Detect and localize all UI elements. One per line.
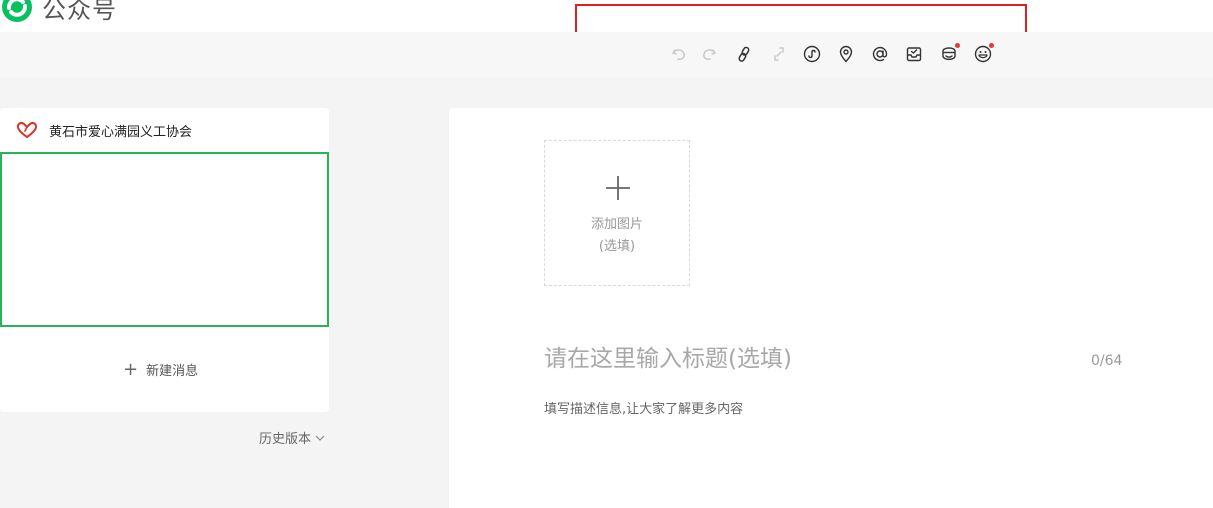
article-list-card: 黄石市爱心满园义工协会 + 新建消息 (0, 108, 329, 412)
plus-icon (606, 176, 630, 200)
mini-program-icon[interactable] (802, 44, 822, 64)
undo-icon[interactable] (669, 44, 689, 64)
chevron-down-icon (315, 435, 325, 441)
sticker-badge (955, 43, 960, 48)
editor-toolbar (0, 32, 1213, 78)
emoji-badge (989, 43, 994, 48)
location-icon[interactable] (836, 44, 856, 64)
redo-icon[interactable] (699, 44, 719, 64)
add-image-optional-label: (选填) (598, 239, 636, 254)
top-bar: 公众号 (0, 0, 1213, 36)
inbox-icon[interactable] (904, 44, 924, 64)
article-item-selected[interactable] (0, 152, 329, 327)
sticker-icon[interactable] (939, 43, 960, 64)
wechat-mp-logo-icon (2, 0, 32, 22)
unlink-icon[interactable] (769, 44, 789, 64)
add-image-button[interactable]: 添加图片 (选填) (544, 140, 690, 286)
new-message-button[interactable]: + 新建消息 (123, 360, 198, 379)
app-name: 公众号 (42, 0, 117, 24)
at-icon[interactable] (870, 44, 890, 64)
emoji-icon[interactable] (973, 43, 994, 64)
add-image-label: 添加图片 (590, 217, 643, 232)
plus-icon: + (123, 358, 139, 380)
editor-panel: 添加图片 (选填) 0/64 (449, 108, 1213, 508)
account-name: 黄石市爱心满园义工协会 (49, 124, 193, 140)
heart-logo-icon (16, 121, 38, 138)
link-icon[interactable] (734, 44, 754, 64)
title-input[interactable] (544, 346, 1044, 372)
description-input[interactable] (544, 402, 1044, 417)
account-info: 黄石市爱心满园义工协会 (16, 120, 192, 140)
history-label: 历史版本 (259, 432, 312, 447)
title-char-counter: 0/64 (1091, 353, 1123, 369)
new-message-label: 新建消息 (146, 364, 199, 379)
logo[interactable]: 公众号 (0, 0, 117, 24)
history-version-button[interactable]: 历史版本 (259, 428, 325, 447)
